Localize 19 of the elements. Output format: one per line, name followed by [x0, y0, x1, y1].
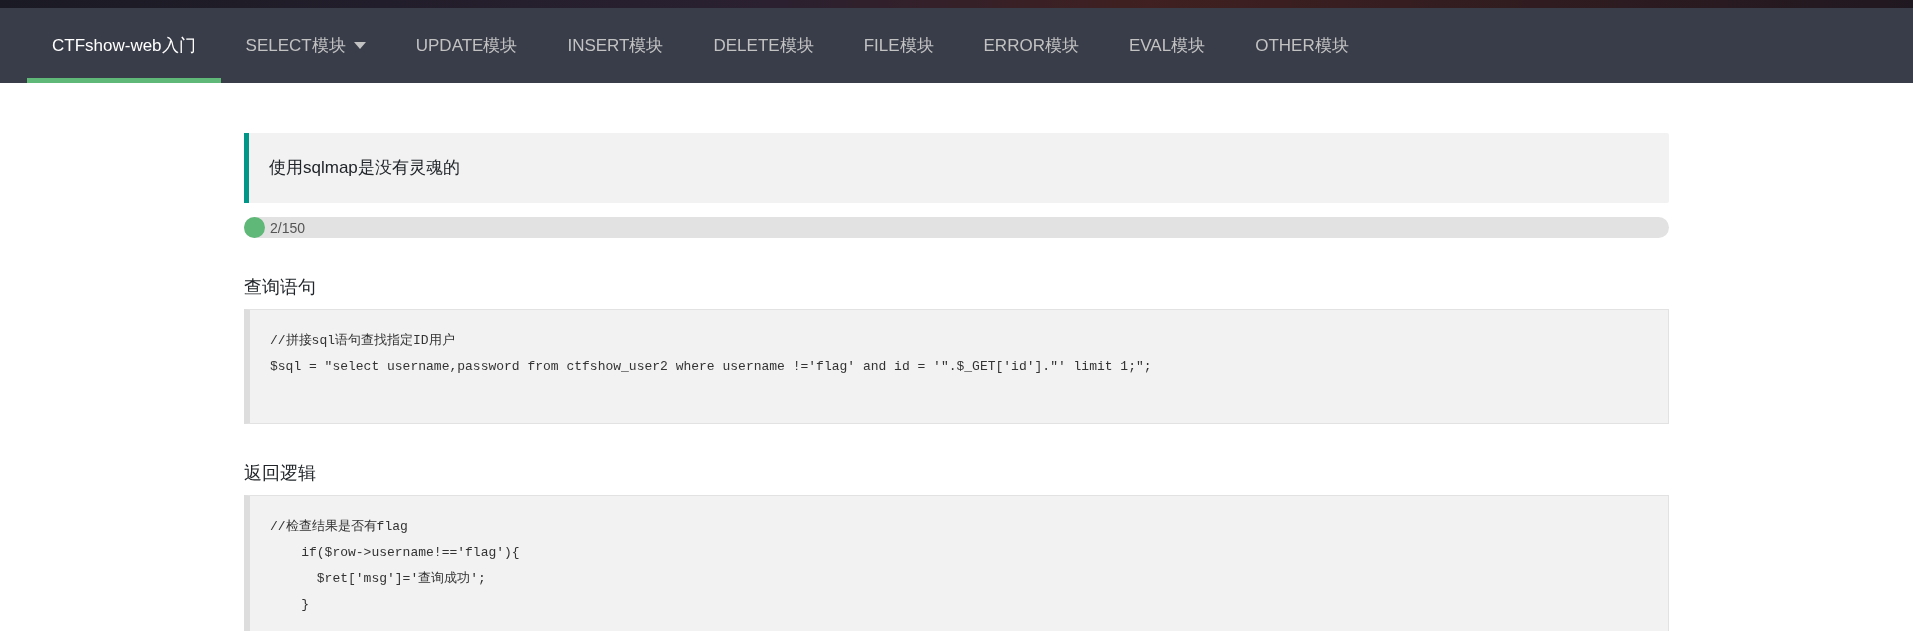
code-line: } [300, 595, 310, 614]
nav-tab[interactable]: EVAL模块 [1103, 8, 1231, 83]
notice-text: 使用sqlmap是没有灵魂的 [244, 133, 1669, 203]
code-line: $sql = "select username,password from ctfshow_user2 where username !='flag' and id = '".$_GET['id']."' limit 1;"; [270, 357, 1153, 376]
nav-tab[interactable]: FILE模块 [838, 8, 959, 83]
code-line: //拼接sql语句查找指定ID用户 [270, 331, 456, 350]
code-line: $ret['msg']='查询成功'; [315, 569, 487, 588]
progress-reading: 2/150 [270, 218, 306, 238]
nav-tab[interactable]: SELECT模块 [220, 8, 391, 83]
section-heading: 查询语句 [244, 275, 317, 299]
nav-tab[interactable]: ERROR模块 [958, 8, 1104, 83]
code-line: //检查结果是否有flag [270, 517, 409, 536]
section-heading: 返回逻辑 [244, 461, 317, 485]
nav-tab[interactable]: DELETE模块 [688, 8, 839, 83]
nav-tab[interactable]: OTHER模块 [1230, 8, 1374, 83]
nav-tab[interactable]: CTFshow-web入门 [27, 8, 221, 83]
code-line: if($row->username!=='flag'){ [300, 543, 521, 562]
nav-tab[interactable]: INSERT模块 [542, 8, 689, 83]
nav-tab[interactable]: UPDATE模块 [390, 8, 543, 83]
